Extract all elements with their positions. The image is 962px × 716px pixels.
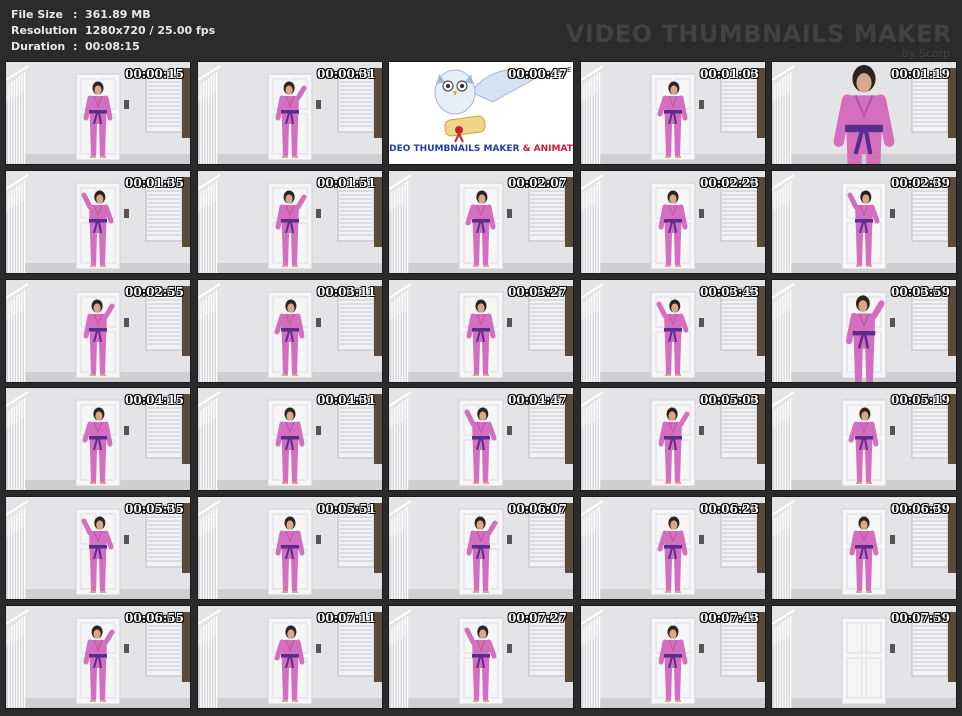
video-thumbnail[interactable]: 00:03:59 xyxy=(771,279,957,383)
timestamp: 00:01:51 xyxy=(317,176,376,190)
separator: : xyxy=(73,8,78,21)
timestamp: 00:06:23 xyxy=(700,502,759,516)
ad-caption-part2: ANIMAT xyxy=(533,144,573,154)
timestamp: 00:04:31 xyxy=(317,393,376,407)
video-thumbnail[interactable]: 00:00:15 xyxy=(5,61,191,165)
video-thumbnail[interactable]: 00:01:51 xyxy=(197,170,383,274)
video-thumbnail[interactable]: E DEO THUMBNAILS MAKER & ANIMAT 00:00:47 xyxy=(388,61,574,165)
video-thumbnail[interactable]: 00:07:27 xyxy=(388,605,574,709)
file-size-label: File Size xyxy=(11,8,63,21)
timestamp: 00:05:35 xyxy=(125,502,184,516)
thumbnail-grid: 00:00:15 00:00:31 E DEO THUMBNAILS MAKER & … xyxy=(5,61,958,713)
timestamp: 00:00:47 xyxy=(508,67,567,81)
resolution-label: Resolution xyxy=(11,24,78,37)
timestamp: 00:03:27 xyxy=(508,285,567,299)
video-thumbnail[interactable]: 00:04:15 xyxy=(5,387,191,491)
ad-caption-amp: & xyxy=(519,144,534,154)
video-thumbnail[interactable]: 00:05:35 xyxy=(5,496,191,600)
ad-caption: DEO THUMBNAILS MAKER & ANIMAT xyxy=(389,144,573,154)
header: File Size : 361.89 MB Resolution : 1280x… xyxy=(0,0,962,60)
video-thumbnail[interactable]: 00:06:39 xyxy=(771,496,957,600)
timestamp: 00:06:39 xyxy=(891,502,950,516)
video-thumbnail[interactable]: 00:07:59 xyxy=(771,605,957,709)
video-thumbnail[interactable]: 00:05:03 xyxy=(580,387,766,491)
timestamp: 00:01:03 xyxy=(700,67,759,81)
video-thumbnail[interactable]: 00:01:03 xyxy=(580,61,766,165)
timestamp: 00:05:19 xyxy=(891,393,950,407)
ad-caption-part1: DEO THUMBNAILS MAKER xyxy=(389,144,520,154)
duration-row: Duration : 00:08:15 xyxy=(11,39,215,55)
video-thumbnail[interactable]: 00:02:23 xyxy=(580,170,766,274)
watermark-subtitle: by Scorp xyxy=(901,47,950,60)
timestamp: 00:06:55 xyxy=(125,611,184,625)
timestamp: 00:07:59 xyxy=(891,611,950,625)
video-thumbnail[interactable]: 00:03:11 xyxy=(197,279,383,383)
duration-value: 00:08:15 xyxy=(85,40,140,53)
video-thumbnail[interactable]: 00:01:19 xyxy=(771,61,957,165)
timestamp: 00:03:43 xyxy=(700,285,759,299)
duration-label: Duration xyxy=(11,40,66,53)
timestamp: 00:03:59 xyxy=(891,285,950,299)
timestamp: 00:00:31 xyxy=(317,67,376,81)
separator: : xyxy=(73,24,78,37)
watermark: VIDEO THUMBNAILS MAKER by Scorp xyxy=(566,20,952,60)
timestamp: 00:04:15 xyxy=(125,393,184,407)
timestamp: 00:07:11 xyxy=(317,611,376,625)
video-thumbnail[interactable]: 00:01:35 xyxy=(5,170,191,274)
video-thumbnail[interactable]: 00:06:07 xyxy=(388,496,574,600)
video-thumbnail[interactable]: 00:02:07 xyxy=(388,170,574,274)
timestamp: 00:02:39 xyxy=(891,176,950,190)
video-thumbnail[interactable]: 00:03:27 xyxy=(388,279,574,383)
resolution-row: Resolution : 1280x720 / 25.00 fps xyxy=(11,23,215,39)
video-thumbnail[interactable]: 00:03:43 xyxy=(580,279,766,383)
video-thumbnail[interactable]: 00:04:47 xyxy=(388,387,574,491)
video-thumbnail[interactable]: 00:05:51 xyxy=(197,496,383,600)
svg-text:E: E xyxy=(567,66,571,74)
timestamp: 00:05:51 xyxy=(317,502,376,516)
video-thumbnail[interactable]: 00:05:19 xyxy=(771,387,957,491)
timestamp: 00:01:19 xyxy=(891,67,950,81)
video-thumbnail[interactable]: 00:07:43 xyxy=(580,605,766,709)
file-size-row: File Size : 361.89 MB xyxy=(11,7,215,23)
file-size-value: 361.89 MB xyxy=(85,8,151,21)
timestamp: 00:00:15 xyxy=(125,67,184,81)
timestamp: 00:07:43 xyxy=(700,611,759,625)
video-thumbnail[interactable]: 00:06:23 xyxy=(580,496,766,600)
timestamp: 00:03:11 xyxy=(317,285,376,299)
video-thumbnail[interactable]: 00:02:39 xyxy=(771,170,957,274)
timestamp: 00:02:55 xyxy=(125,285,184,299)
timestamp: 00:01:35 xyxy=(125,176,184,190)
video-thumbnail[interactable]: 00:04:31 xyxy=(197,387,383,491)
file-info: File Size : 361.89 MB Resolution : 1280x… xyxy=(11,7,215,55)
resolution-value: 1280x720 / 25.00 fps xyxy=(85,24,216,37)
timestamp: 00:05:03 xyxy=(700,393,759,407)
video-thumbnail[interactable]: 00:07:11 xyxy=(197,605,383,709)
timestamp: 00:04:47 xyxy=(508,393,567,407)
video-thumbnail[interactable]: 00:00:31 xyxy=(197,61,383,165)
separator: : xyxy=(73,40,78,53)
timestamp: 00:02:23 xyxy=(700,176,759,190)
timestamp: 00:06:07 xyxy=(508,502,567,516)
timestamp: 00:07:27 xyxy=(508,611,567,625)
watermark-title: VIDEO THUMBNAILS MAKER xyxy=(565,20,952,48)
video-thumbnail[interactable]: 00:02:55 xyxy=(5,279,191,383)
timestamp: 00:02:07 xyxy=(508,176,567,190)
video-thumbnail[interactable]: 00:06:55 xyxy=(5,605,191,709)
